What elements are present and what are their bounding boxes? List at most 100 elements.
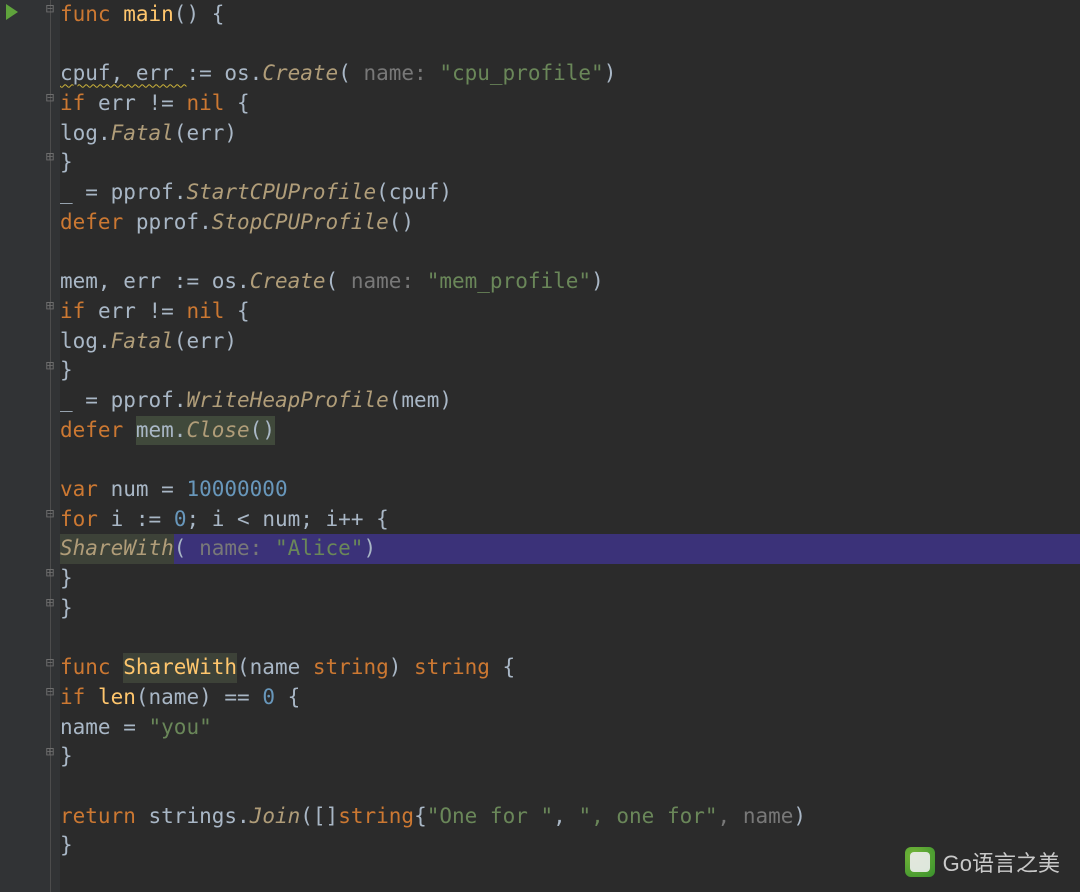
identifier: pprof bbox=[111, 178, 174, 208]
code-line[interactable]: } bbox=[60, 564, 1080, 594]
punct: := bbox=[174, 267, 212, 297]
punct: := bbox=[186, 59, 224, 89]
code-line-active[interactable]: ShareWith( name: "Alice") bbox=[60, 534, 1080, 564]
punct: := bbox=[136, 505, 174, 535]
code-line[interactable]: var num = 10000000 bbox=[60, 475, 1080, 505]
code-line[interactable]: } bbox=[60, 742, 1080, 772]
punct: (err) bbox=[174, 119, 237, 149]
code-line[interactable] bbox=[60, 623, 1080, 653]
code-line[interactable]: return strings.Join([]string{"One for ",… bbox=[60, 802, 1080, 832]
code-line[interactable]: defer mem.Close() bbox=[60, 416, 1080, 446]
code-editor[interactable]: ⊟ ⊟ ⊞ ⊞ ⊞ ⊟ ⊞ ⊞ ⊟ ⊟ ⊞ func main() { cpuf… bbox=[0, 0, 1080, 892]
wechat-icon bbox=[905, 847, 935, 877]
identifier: mem, err bbox=[60, 267, 174, 297]
fold-minus-icon[interactable]: ⊟ bbox=[44, 3, 56, 15]
identifier: os bbox=[212, 267, 237, 297]
punct: } bbox=[60, 831, 73, 861]
builtin: len bbox=[98, 683, 136, 713]
fold-plus-icon[interactable]: ⊞ bbox=[44, 300, 56, 312]
string-literal: "One for " bbox=[427, 802, 553, 832]
code-line[interactable]: log.Fatal(err) bbox=[60, 119, 1080, 149]
identifier: err != bbox=[98, 89, 187, 119]
run-gutter-icon[interactable] bbox=[6, 4, 18, 20]
fold-minus-icon[interactable]: ⊟ bbox=[44, 657, 56, 669]
code-line[interactable]: if err != nil { bbox=[60, 297, 1080, 327]
function-call: StopCPUProfile bbox=[212, 208, 389, 238]
code-line[interactable] bbox=[60, 772, 1080, 802]
fold-plus-icon[interactable]: ⊞ bbox=[44, 597, 56, 609]
fold-minus-icon[interactable]: ⊟ bbox=[44, 686, 56, 698]
punct: = bbox=[123, 713, 148, 743]
code-line[interactable]: mem, err := os.Create( name: "mem_profil… bbox=[60, 267, 1080, 297]
fold-plus-icon[interactable]: ⊞ bbox=[44, 360, 56, 372]
code-line[interactable] bbox=[60, 238, 1080, 268]
keyword: for bbox=[60, 505, 111, 535]
code-line[interactable]: log.Fatal(err) bbox=[60, 327, 1080, 357]
punct: ) bbox=[591, 267, 604, 297]
code-line[interactable] bbox=[60, 445, 1080, 475]
function-call: Close bbox=[186, 416, 249, 446]
punct: (cpuf) bbox=[376, 178, 452, 208]
punct: , bbox=[553, 802, 578, 832]
punct: () bbox=[250, 416, 275, 446]
punct: (mem) bbox=[389, 386, 452, 416]
fold-minus-icon[interactable]: ⊟ bbox=[44, 92, 56, 104]
type: string bbox=[338, 802, 414, 832]
keyword: func bbox=[60, 0, 123, 30]
param-hint: name: bbox=[363, 59, 439, 89]
number-literal: 10000000 bbox=[186, 475, 287, 505]
number-literal: 0 bbox=[174, 505, 187, 535]
code-line[interactable]: defer pprof.StopCPUProfile() bbox=[60, 208, 1080, 238]
punct: = bbox=[161, 475, 186, 505]
punct: . bbox=[237, 802, 250, 832]
code-line[interactable]: for i := 0; i < num; i++ { bbox=[60, 505, 1080, 535]
keyword: defer bbox=[60, 208, 136, 238]
punct: ( bbox=[174, 534, 199, 564]
identifier: _ bbox=[60, 178, 85, 208]
identifier: log bbox=[60, 327, 98, 357]
keyword: var bbox=[60, 475, 111, 505]
punct: . bbox=[98, 119, 111, 149]
param-hint: name: bbox=[199, 534, 275, 564]
type: string bbox=[414, 653, 490, 683]
code-line[interactable] bbox=[60, 30, 1080, 60]
fold-plus-icon[interactable]: ⊞ bbox=[44, 567, 56, 579]
code-line[interactable]: } bbox=[60, 594, 1080, 624]
code-line[interactable]: } bbox=[60, 356, 1080, 386]
code-line[interactable]: if len(name) == 0 { bbox=[60, 683, 1080, 713]
function-call: Create bbox=[262, 59, 338, 89]
code-line[interactable]: func ShareWith(name string) string { bbox=[60, 653, 1080, 683]
code-content[interactable]: func main() { cpuf, err := os.Create( na… bbox=[60, 0, 1080, 892]
fold-plus-icon[interactable]: ⊞ bbox=[44, 746, 56, 758]
punct: = bbox=[85, 178, 110, 208]
code-line[interactable]: name = "you" bbox=[60, 713, 1080, 743]
punct: ) bbox=[604, 59, 617, 89]
identifier: pprof bbox=[136, 208, 199, 238]
keyword: defer bbox=[60, 416, 136, 446]
identifier: pprof bbox=[111, 386, 174, 416]
code-line[interactable]: } bbox=[60, 148, 1080, 178]
punct: ) bbox=[793, 802, 806, 832]
keyword: if bbox=[60, 89, 98, 119]
code-line[interactable]: if err != nil { bbox=[60, 89, 1080, 119]
identifier: _ bbox=[60, 386, 85, 416]
code-line[interactable]: cpuf, err := os.Create( name: "cpu_profi… bbox=[60, 59, 1080, 89]
punct: . bbox=[98, 327, 111, 357]
code-line[interactable]: _ = pprof.WriteHeapProfile(mem) bbox=[60, 386, 1080, 416]
string-literal: "you" bbox=[149, 713, 212, 743]
punct: (err) bbox=[174, 327, 237, 357]
fold-minus-icon[interactable]: ⊟ bbox=[44, 508, 56, 520]
code-line[interactable]: func main() { bbox=[60, 0, 1080, 30]
string-literal: "Alice" bbox=[275, 534, 364, 564]
punct: { bbox=[237, 297, 250, 327]
identifier: i bbox=[111, 505, 136, 535]
function-call: Fatal bbox=[111, 327, 174, 357]
fold-plus-icon[interactable]: ⊞ bbox=[44, 151, 56, 163]
identifier: num bbox=[111, 475, 162, 505]
identifier: os bbox=[224, 59, 249, 89]
code-line[interactable]: _ = pprof.StartCPUProfile(cpuf) bbox=[60, 178, 1080, 208]
punct: { bbox=[414, 802, 427, 832]
function-call: Create bbox=[250, 267, 326, 297]
type: string bbox=[313, 653, 389, 683]
identifier: cpuf, err bbox=[60, 59, 186, 89]
